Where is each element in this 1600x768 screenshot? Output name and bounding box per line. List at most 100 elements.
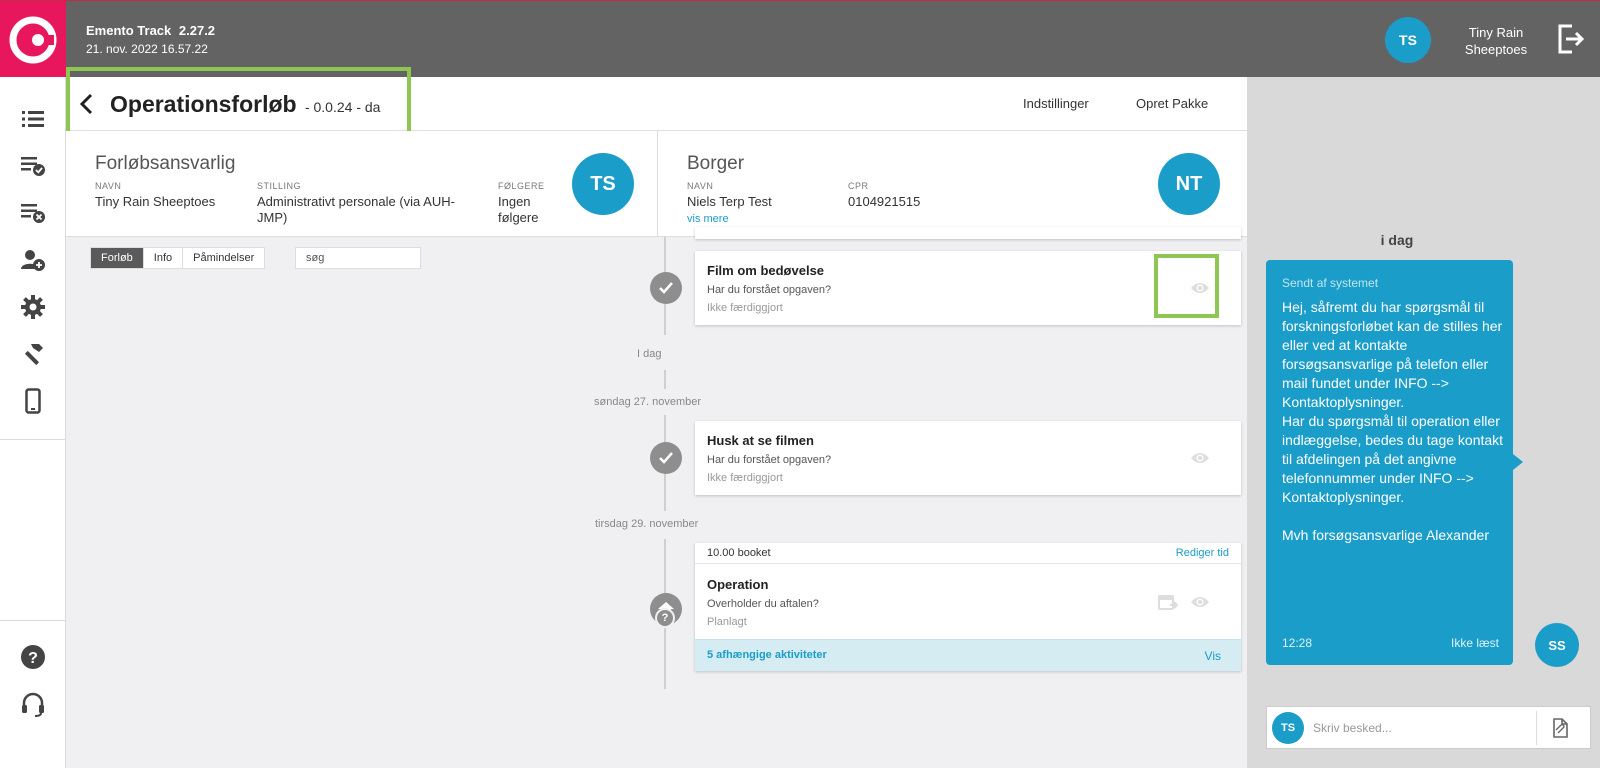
cpr-value: 0104921515 — [848, 194, 921, 209]
citizen-name: Niels Terp Test — [687, 194, 772, 209]
user-name-line2: Sheeptoes — [1464, 42, 1528, 57]
user-name-line1: Tiny Rain — [1468, 25, 1524, 40]
booked-time: 10.00 booket — [707, 547, 771, 559]
card-status: Ikke færdiggjort — [707, 472, 783, 484]
eye-icon[interactable] — [1190, 451, 1210, 470]
list-check-icon[interactable] — [0, 146, 66, 186]
search-input[interactable]: søg — [295, 247, 421, 269]
eye-highlight-box — [1154, 254, 1219, 318]
chat-day-label: i dag — [1380, 232, 1414, 248]
sidebar-divider — [0, 439, 66, 440]
app-version: 2.27.2 — [178, 23, 216, 38]
hammer-icon[interactable] — [0, 334, 66, 374]
help-icon[interactable]: ? — [0, 637, 66, 677]
message-text: Hej, såfremt du har spørgsmål til forskn… — [1282, 299, 1504, 543]
tab-forlob[interactable]: Forløb — [91, 248, 144, 268]
responsible-title: Forløbsansvarlig — [95, 153, 236, 174]
app-datetime: 21. nov. 2022 16.57.22 — [86, 42, 208, 56]
today-label: I dag — [637, 348, 662, 360]
emento-logo[interactable] — [0, 1, 66, 78]
user-avatar[interactable]: TS — [1385, 17, 1431, 63]
responsible-position: Administrativt personale (via AUH- JMP) — [257, 194, 455, 226]
card-title: Husk at se filmen — [707, 433, 814, 448]
app-title: Emento Track 2.27.2 — [86, 23, 215, 38]
previous-card-edge — [695, 227, 1241, 239]
responsible-position-line2: JMP) — [257, 210, 288, 225]
followers-line1: Ingen — [498, 194, 531, 209]
tab-info[interactable]: Info — [144, 248, 184, 268]
sidebar-divider — [0, 620, 66, 621]
app-name: Emento Track — [86, 23, 172, 38]
chat-panel: i dag Sendt af systemet Hej, såfremt du … — [1247, 77, 1600, 768]
followers-label: FØLGERE — [498, 181, 545, 191]
info-bar: Forløbsansvarlig NAVN Tiny Rain Sheeptoe… — [66, 131, 1247, 237]
show-more-link[interactable]: vis mere — [687, 213, 729, 225]
date-label: tirsdag 29. november — [595, 518, 699, 530]
citizen-avatar: NT — [1158, 153, 1220, 215]
activity-card[interactable]: Husk at se filmen Har du forstået opgave… — [695, 421, 1241, 495]
booking-bar: 10.00 booket Rediger tid — [695, 543, 1241, 564]
attach-file-icon[interactable] — [1550, 717, 1570, 744]
page-title: Operationsforløb - 0.0.24 - da — [110, 91, 380, 118]
responsible-name-label: NAVN — [95, 181, 122, 191]
sender-avatar: SS — [1535, 623, 1579, 667]
list-icon[interactable] — [0, 99, 66, 139]
logout-icon[interactable] — [1556, 23, 1586, 55]
message-composer: TS — [1266, 706, 1591, 749]
citizen-name-label: NAVN — [687, 181, 714, 191]
settings-button[interactable]: Indstillinger — [1023, 96, 1089, 111]
message-sender-label: Sendt af systemet — [1282, 276, 1379, 290]
view-tabs: Forløb Info Påmindelser — [90, 247, 266, 269]
tab-reminders[interactable]: Påmindelser — [183, 248, 264, 268]
calendar-forward-icon[interactable] — [1158, 593, 1179, 616]
completed-check-icon — [650, 442, 682, 474]
composer-avatar: TS — [1272, 712, 1304, 744]
message-input[interactable] — [1313, 714, 1533, 742]
card-question: Har du forstået opgaven? — [707, 454, 832, 466]
followers-value: Ingen følgere — [498, 194, 538, 226]
timeline-line — [664, 370, 666, 386]
responsible-position-label: STILLING — [257, 181, 302, 191]
add-user-icon[interactable] — [0, 240, 66, 280]
cpr-label: CPR — [848, 181, 869, 191]
responsible-avatar: TS — [572, 153, 634, 215]
card-title: Film om bedøvelse — [707, 263, 825, 278]
left-sidebar: ? — [0, 77, 66, 768]
back-arrow-icon[interactable] — [79, 93, 93, 120]
message-tail — [1513, 454, 1523, 470]
phone-icon[interactable] — [0, 381, 66, 421]
card-status: Ikke færdiggjort — [707, 302, 783, 314]
card-question: Overholder du aftalen? — [707, 598, 819, 610]
headset-icon[interactable] — [0, 684, 66, 724]
responsible-name: Tiny Rain Sheeptoes — [95, 194, 216, 209]
page-title-text: Operationsforløb — [110, 91, 297, 117]
user-name[interactable]: Tiny Rain Sheeptoes — [1448, 24, 1544, 58]
create-package-button[interactable]: Opret Pakke — [1136, 96, 1208, 111]
info-divider — [657, 131, 658, 237]
top-bar: Emento Track 2.27.2 21. nov. 2022 16.57.… — [0, 0, 1600, 78]
followers-line2: følgere — [498, 210, 539, 225]
eye-icon[interactable] — [1190, 595, 1210, 614]
svg-text:?: ? — [28, 650, 38, 667]
message-time: 12:28 — [1282, 636, 1313, 650]
date-label: søndag 27. november — [594, 396, 702, 408]
page-header: Operationsforløb - 0.0.24 - da Indstilli… — [66, 67, 1247, 140]
appointment-card[interactable]: 10.00 booket Rediger tid Operation Overh… — [695, 543, 1241, 671]
show-dependent-button[interactable]: Vis — [1205, 649, 1221, 663]
completed-check-icon — [650, 272, 682, 304]
citizen-title: Borger — [687, 153, 745, 174]
gear-icon[interactable] — [0, 287, 66, 327]
card-status: Planlagt — [707, 616, 747, 628]
card-title: Operation — [707, 577, 769, 592]
list-remove-icon[interactable] — [0, 193, 66, 233]
page-subtitle: - 0.0.24 - da — [304, 99, 381, 115]
chat-message: Sendt af systemet Hej, såfremt du har sp… — [1266, 260, 1513, 665]
dependent-activities-label: 5 afhængige aktiviteter — [707, 649, 827, 661]
dependent-activities-bar[interactable]: 5 afhængige aktiviteter Vis — [695, 639, 1241, 671]
edit-time-link[interactable]: Rediger tid — [1176, 547, 1229, 559]
message-read-status: Ikke læst — [1450, 636, 1499, 650]
question-badge-icon: ? — [655, 608, 675, 628]
composer-divider — [1536, 711, 1537, 745]
card-question: Har du forstået opgaven? — [707, 284, 832, 296]
main-panel: Operationsforløb - 0.0.24 - da Indstilli… — [66, 67, 1247, 768]
